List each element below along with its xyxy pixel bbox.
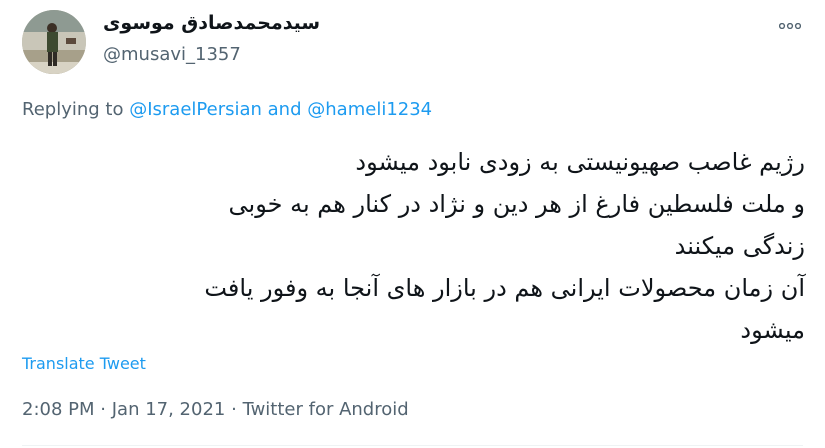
tweet-time[interactable]: 2:08 PM — [22, 399, 95, 420]
replying-to-label: Replying to — [22, 99, 124, 120]
more-options-button[interactable] — [777, 16, 803, 36]
tweet-text-line: آن زمان محصولات ایرانی هم در بازار های آ… — [204, 274, 805, 302]
meta-separator: · — [100, 399, 106, 420]
more-horizontal-icon — [779, 23, 801, 29]
tweet-detail: سیدمحمدصادق موسوی @musavi_1357 Replying … — [0, 0, 825, 448]
tweet-text-line: و ملت فلسطین فارغ از هر دین و نژاد در کن… — [228, 190, 805, 218]
avatar-photo — [22, 10, 86, 74]
tweet-text-line: زندگی میکنند — [674, 232, 805, 260]
author-display-name[interactable]: سیدمحمدصادق موسوی — [103, 12, 320, 34]
mention-link[interactable]: @hameli1234 — [307, 99, 432, 120]
author-handle[interactable]: @musavi_1357 — [103, 44, 241, 65]
tweet-date[interactable]: Jan 17, 2021 — [112, 399, 226, 420]
avatar[interactable] — [22, 10, 86, 74]
meta-separator: · — [231, 399, 237, 420]
tweet-text-line: رژیم غاصب صهیونیستی به زودی نابود میشود — [355, 148, 805, 176]
tweet-text-line: میشود — [740, 316, 805, 344]
divider — [22, 445, 803, 446]
translate-tweet-link[interactable]: Translate Tweet — [22, 354, 146, 373]
replying-to: Replying to @IsraelPersian and @hameli12… — [22, 99, 432, 120]
tweet-text: رژیم غاصب صهیونیستی به زودی نابود میشود … — [40, 141, 805, 351]
mention-connector[interactable]: and — [268, 99, 302, 120]
tweet-source[interactable]: Twitter for Android — [243, 399, 409, 420]
mention-link[interactable]: @IsraelPersian — [129, 99, 262, 120]
tweet-metadata: 2:08 PM · Jan 17, 2021 · Twitter for And… — [22, 399, 409, 420]
